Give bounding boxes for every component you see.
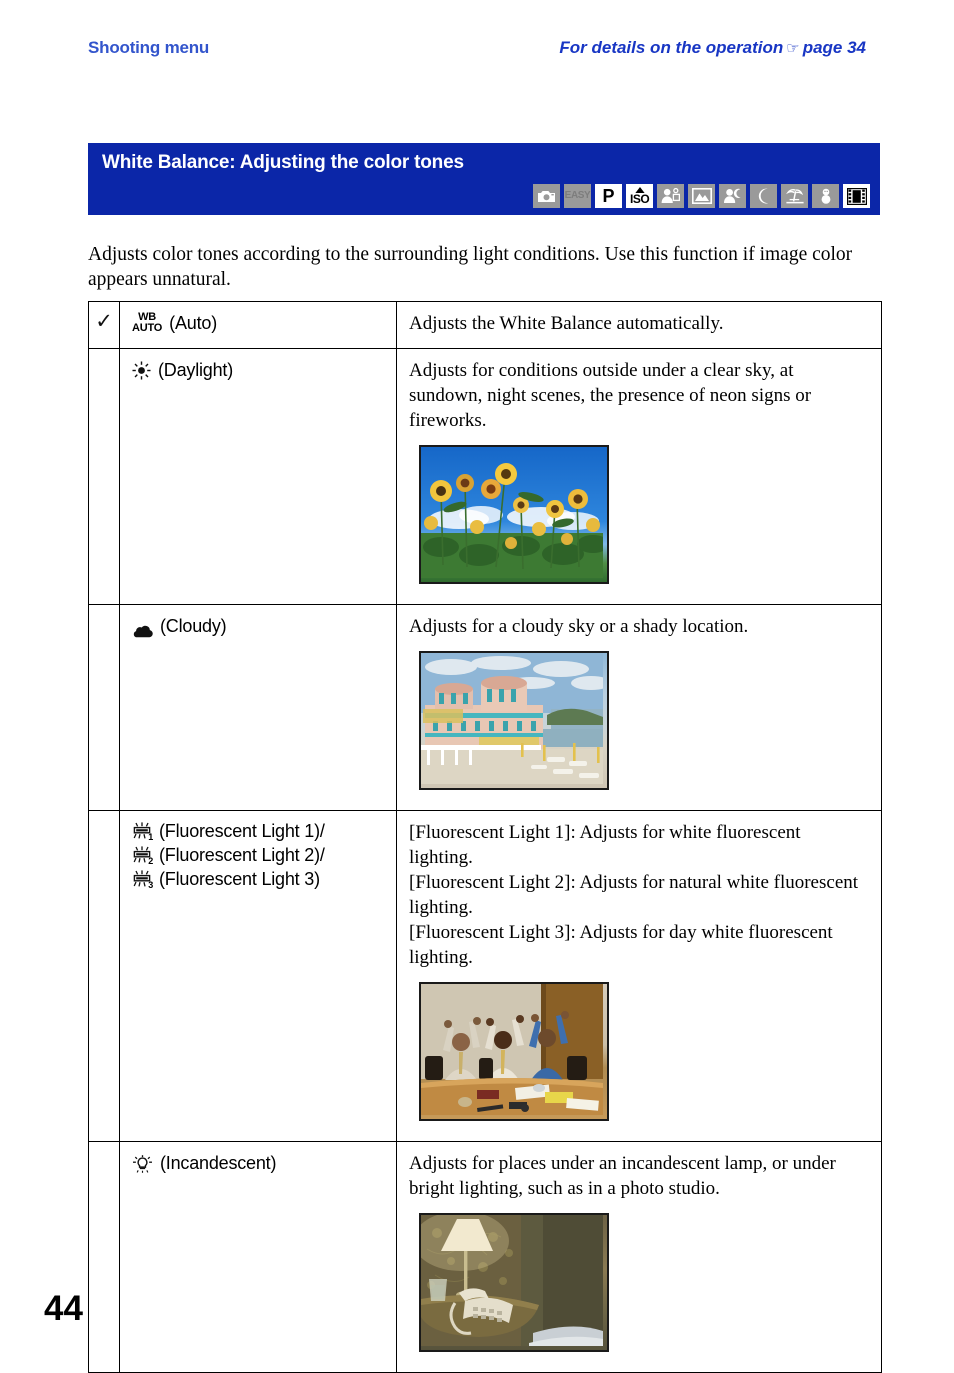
bedside-lamp-photo [419,1213,609,1352]
row-check-cell [88,810,120,1142]
running-head-reference-prefix: For details on the operation [559,38,784,57]
row-option-label: (Incandescent) [160,1153,277,1173]
row-option-label: (Fluorescent Light 2)/ [159,844,325,865]
row-option-cell: (Daylight) [119,348,397,605]
mode-icon-bar: EASY P ISO [533,184,870,208]
fluorescent-light-2-icon: 2 [132,845,153,866]
cloud-cloudy-icon [132,614,153,644]
incandescent-bulb-icon [132,1151,153,1179]
fluorescent-option-3: 3 (Fluorescent Light 3) [132,867,390,891]
easy-mode-label: EASY [564,190,591,201]
row-option-cell: (Cloudy) [119,604,397,811]
section-title-band: White Balance: Adjusting the color tones… [88,143,880,215]
row-check-cell [88,604,120,811]
row-description-text: Adjusts the White Balance automatically. [409,313,724,334]
row-check-cell [88,348,120,605]
iso-label: ISO [630,192,650,206]
seaside-resort-photo [419,651,609,790]
row-description-cell: Adjusts for places under an incandescent… [396,1141,882,1373]
snow-mode-icon [812,184,839,208]
row-option-cell: 1 (Fluorescent Light 1)/ 2 (Fluorescent … [119,810,397,1142]
row-option-label: (Cloudy) [160,616,227,636]
program-auto-mode-icon: P [595,184,622,208]
fluorescent-light-3-icon: 3 [132,869,153,890]
running-head-reference-page: page 34 [802,38,866,57]
row-description-text: [Fluorescent Light 1]: Adjusts for white… [409,822,801,868]
fluorescent-2-subscript: 2 [148,855,153,866]
row-option-label: (Fluorescent Light 3) [159,868,320,889]
high-sensitivity-iso-mode-icon: ISO [626,184,653,208]
wb-auto-icon-bottom: AUTO [132,322,163,334]
beach-mode-icon [781,184,808,208]
row-option-label: (Daylight) [158,360,234,380]
fluorescent-option-1: 1 (Fluorescent Light 1)/ [132,819,390,843]
row-description-text: [Fluorescent Light 3]: Adjusts for day w… [409,922,833,968]
running-head-reference: For details on the operation ☞ page 34 [559,38,866,58]
row-description-cell: Adjusts the White Balance automatically. [396,301,882,349]
fluorescent-option-2: 2 (Fluorescent Light 2)/ [132,843,390,867]
row-description-text: Adjusts for a cloudy sky or a shady loca… [409,616,749,637]
program-auto-label: P [602,186,615,206]
still-camera-mode-icon [533,184,560,208]
table-row: 1 (Fluorescent Light 1)/ 2 (Fluorescent … [88,810,882,1142]
office-celebration-photo [419,982,609,1121]
movie-mode-icon [843,184,870,208]
page-number: 44 [44,1289,83,1328]
table-row: ✓ WB AUTO (Auto) Adjusts the White Balan… [88,301,882,349]
sun-daylight-icon [132,358,151,386]
row-option-cell: (Incandescent) [119,1141,397,1373]
landscape-mode-icon [688,184,715,208]
wb-auto-icon: WB AUTO [132,311,162,334]
default-check-icon: ✓ [95,309,113,333]
twilight-mode-icon [750,184,777,208]
row-description-text: Adjusts for places under an incandescent… [409,1153,836,1199]
soft-snap-mode-icon [657,184,684,208]
fluorescent-light-1-icon: 1 [132,821,153,842]
row-description-text: Adjusts for conditions outside under a c… [409,360,812,431]
row-description-cell: [Fluorescent Light 1]: Adjusts for white… [396,810,882,1142]
table-row: (Daylight) Adjusts for conditions outsid… [88,348,882,605]
row-check-cell [88,1141,120,1373]
fluorescent-3-subscript: 3 [148,879,153,890]
intro-paragraph: Adjusts color tones according to the sur… [88,244,853,290]
fluorescent-1-subscript: 1 [148,831,153,842]
twilight-portrait-mode-icon [719,184,746,208]
running-head-section: Shooting menu [88,38,210,57]
sunflower-field-photo [419,445,609,584]
pointing-hand-icon: ☞ [786,39,800,57]
row-description-text: [Fluorescent Light 2]: Adjusts for natur… [409,872,859,918]
table-row: (Incandescent) Adjusts for places under … [88,1141,882,1373]
white-balance-options-table: ✓ WB AUTO (Auto) Adjusts the White Balan… [88,301,882,1373]
row-option-cell: WB AUTO (Auto) [119,301,397,349]
row-check-cell: ✓ [88,301,120,349]
row-option-label: (Fluorescent Light 1)/ [159,820,325,841]
table-row: (Cloudy) Adjusts for a cloudy sky or a s… [88,604,882,811]
row-description-cell: Adjusts for a cloudy sky or a shady loca… [396,604,882,811]
row-description-cell: Adjusts for conditions outside under a c… [396,348,882,605]
page-title: White Balance: Adjusting the color tones [102,152,464,173]
easy-mode-icon: EASY [564,184,591,208]
running-head: Shooting menu For details on the operati… [88,38,866,66]
row-option-label: (Auto) [169,313,217,333]
